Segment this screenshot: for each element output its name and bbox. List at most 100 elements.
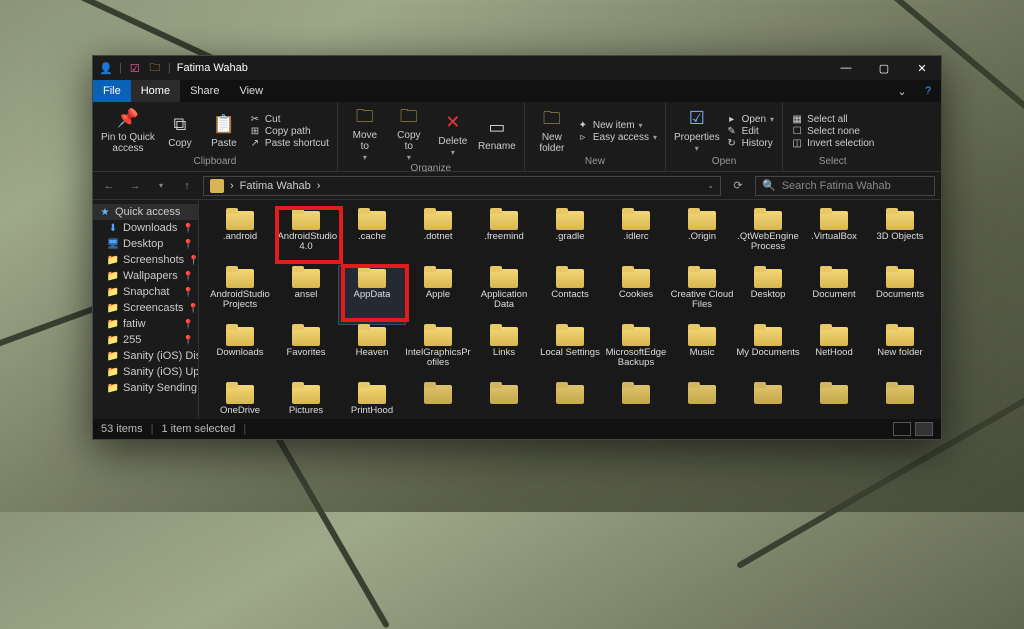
folder-item[interactable]: .AndroidStudio4.0 [273,208,339,266]
folder-item[interactable] [801,382,867,402]
tab-file[interactable]: File [93,80,131,102]
paste-button[interactable]: 📋Paste [205,114,243,149]
back-button[interactable]: ← [99,180,119,192]
folder-item[interactable]: .QtWebEngineProcess [735,208,801,266]
edit-button[interactable]: ✎Edit [726,126,774,137]
folder-item[interactable] [405,382,471,402]
search-box[interactable]: 🔍 Search Fatima Wahab [755,176,935,196]
forward-button[interactable]: → [125,180,145,192]
sidebar-item[interactable]: 📁Sanity Sending a📍 [93,380,198,396]
select-all-button[interactable]: ▦Select all [791,114,874,125]
folder-item[interactable] [669,382,735,402]
select-none-button[interactable]: ☐Select none [791,126,874,137]
cut-button[interactable]: ✂Cut [249,114,329,125]
history-button[interactable]: ↻History [726,138,774,149]
folder-item[interactable]: AppData [339,266,405,324]
folder-item[interactable]: .idlerc [603,208,669,266]
easy-access-button[interactable]: ▹Easy access ▾ [577,132,657,143]
move-to-button[interactable]: 🗀Move to▾ [346,106,384,163]
folder-item[interactable]: My Documents [735,324,801,382]
up-button[interactable]: ↑ [177,180,197,192]
breadcrumb-folder-icon [210,179,224,193]
folder-item[interactable]: Downloads [207,324,273,382]
folder-item[interactable]: Links [471,324,537,382]
copy-button[interactable]: ⧉Copy [161,114,199,149]
folder-item[interactable]: Documents [867,266,933,324]
folder-item[interactable]: Desktop [735,266,801,324]
folder-item[interactable]: New folder [867,324,933,382]
folder-item[interactable]: 3D Objects [867,208,933,266]
folder-item[interactable]: Contacts [537,266,603,324]
breadcrumb-user[interactable]: Fatima Wahab [240,180,311,192]
properties-button[interactable]: ☑Properties▾ [674,108,720,154]
invert-selection-button[interactable]: ◫Invert selection [791,138,874,149]
copy-to-button[interactable]: 🗀Copy to▾ [390,106,428,163]
folder-item[interactable]: .Origin [669,208,735,266]
folder-item[interactable]: MicrosoftEdgeBackups [603,324,669,382]
delete-button[interactable]: ✕Delete▾ [434,112,472,158]
close-button[interactable]: ✕ [903,56,941,80]
titlebar: 👤 | ☑ 🗀 | Fatima Wahab — ▢ ✕ [93,56,941,80]
copy-path-button[interactable]: ⊞Copy path [249,126,329,137]
folder-item[interactable] [537,382,603,402]
folder-item[interactable]: PrintHood [339,382,405,419]
folder-item[interactable]: NetHood [801,324,867,382]
sidebar-quick-access[interactable]: ★ Quick access [93,204,198,220]
sidebar-item[interactable]: 📁255📍 [93,332,198,348]
folder-item[interactable]: .VirtualBox [801,208,867,266]
sidebar-item[interactable]: 📁Sanity (iOS) Disc📍 [93,348,198,364]
sidebar-item[interactable]: 📁Sanity (iOS) Upd📍 [93,364,198,380]
folder-icon [358,324,386,346]
tab-home[interactable]: Home [131,80,180,102]
folder-item[interactable]: .android [207,208,273,266]
sidebar-item[interactable]: ⬇Downloads📍 [93,220,198,236]
sidebar-item[interactable]: 📁fatiw📍 [93,316,198,332]
sidebar-item[interactable]: 📁Snapchat📍 [93,284,198,300]
folder-item[interactable]: Apple [405,266,471,324]
folder-item[interactable]: .cache [339,208,405,266]
folder-item[interactable]: Application Data [471,266,537,324]
tab-share[interactable]: Share [180,80,229,102]
new-folder-button[interactable]: 🗀New folder [533,108,571,154]
folder-item[interactable] [471,382,537,402]
view-details-button[interactable] [893,422,911,436]
folder-item[interactable]: Document [801,266,867,324]
refresh-button[interactable]: ⟳ [727,179,749,192]
breadcrumb[interactable]: › Fatima Wahab › ⌄ [203,176,721,196]
folder-item[interactable]: Pictures [273,382,339,419]
tab-view[interactable]: View [229,80,273,102]
folder-item[interactable]: Music [669,324,735,382]
maximize-button[interactable]: ▢ [865,56,903,80]
new-item-button[interactable]: ✦New item ▾ [577,120,657,131]
folder-item[interactable]: AndroidStudioProjects [207,266,273,324]
folder-item[interactable] [867,382,933,402]
recent-button[interactable]: ▾ [151,181,171,190]
folder-item[interactable] [735,382,801,402]
folder-item[interactable] [603,382,669,402]
folder-item[interactable]: Local Settings [537,324,603,382]
ribbon-collapse-button[interactable]: ⌄ [889,80,915,102]
folder-item[interactable]: .gradle [537,208,603,266]
open-button[interactable]: ▸Open ▾ [726,114,774,125]
sidebar-item[interactable]: 📁Screencasts📍 [93,300,198,316]
folder-icon: 📁 [107,382,119,394]
folder-label: New folder [877,348,922,358]
folder-item[interactable]: Heaven [339,324,405,382]
sidebar-item[interactable]: 📁Wallpapers📍 [93,268,198,284]
view-icons-button[interactable] [915,422,933,436]
folder-item[interactable]: Favorites [273,324,339,382]
sidebar-item[interactable]: 📁Screenshots📍 [93,252,198,268]
sidebar-item[interactable]: 🖥Desktop📍 [93,236,198,252]
rename-button[interactable]: ▭Rename [478,117,516,152]
folder-item[interactable]: OneDrive [207,382,273,419]
minimize-button[interactable]: — [827,56,865,80]
help-button[interactable]: ? [915,80,941,102]
folder-item[interactable]: .dotnet [405,208,471,266]
folder-item[interactable]: Cookies [603,266,669,324]
paste-shortcut-button[interactable]: ↗Paste shortcut [249,138,329,149]
folder-item[interactable]: ansel [273,266,339,324]
folder-item[interactable]: Creative Cloud Files [669,266,735,324]
pin-quick-access-button[interactable]: 📌Pin to Quick access [101,108,155,154]
folder-item[interactable]: .freemind [471,208,537,266]
folder-item[interactable]: IntelGraphicsProfiles [405,324,471,382]
